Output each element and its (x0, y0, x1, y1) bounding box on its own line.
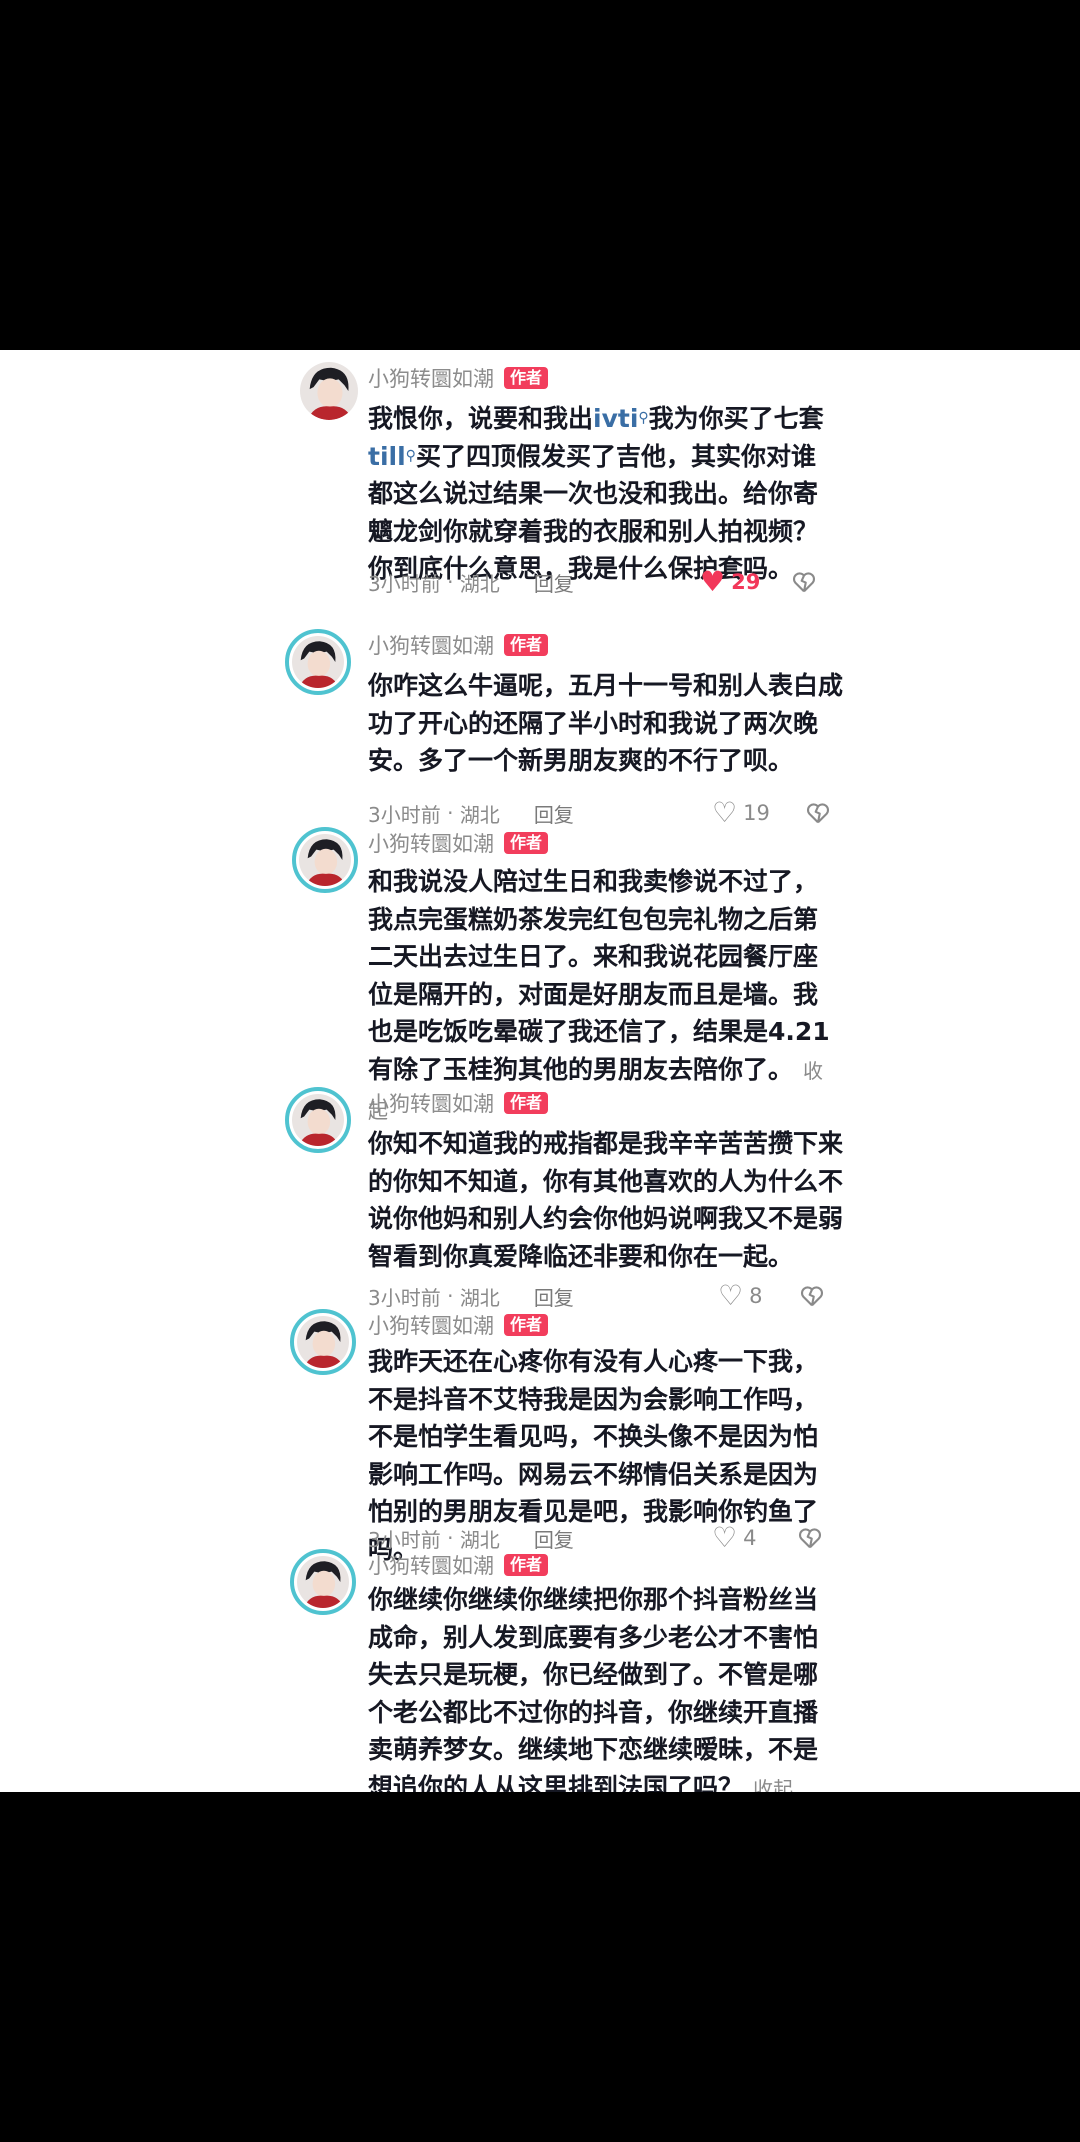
location: 湖北 (459, 571, 500, 596)
search-icon: ⚲ (405, 447, 416, 464)
username[interactable]: 小狗转圜如潮 (368, 1550, 494, 1580)
broken-heart-icon[interactable] (796, 1524, 824, 1552)
avatar[interactable] (292, 827, 358, 893)
broken-heart-icon[interactable] (798, 1282, 826, 1310)
avatar[interactable] (285, 629, 351, 695)
avatar[interactable] (290, 1309, 356, 1375)
comment-text: 你继续你继续你继续把你那个抖音粉丝当成命，别人发到底要有多少老公才不害怕失去只是… (368, 1581, 842, 1792)
comment-meta: 3小时前 · 湖北 回复 (368, 565, 574, 599)
meta-separator: · (447, 570, 454, 594)
like-count: 29 (731, 569, 761, 594)
like-count: 19 (743, 800, 770, 825)
like-button[interactable]: ♡ 8 (718, 1279, 762, 1312)
like-count: 8 (749, 1283, 763, 1308)
heart-icon: ♡ (712, 796, 738, 829)
heart-icon: ♡ (712, 1521, 738, 1554)
like-button[interactable]: ♡ 19 (712, 796, 770, 829)
like-button[interactable]: ♡ 4 (712, 1521, 756, 1554)
comment-text: 你咋这么牛逼呢，五月十一号和别人表白成功了开心的还隔了半小时和我说了两次晚安。多… (368, 671, 844, 776)
like-count: 4 (743, 1525, 757, 1550)
username[interactable]: 小狗转圜如潮 (368, 363, 494, 393)
author-badge: 作者 (504, 634, 549, 656)
search-keyword-link[interactable]: ivti (593, 404, 638, 433)
heart-icon: ♡ (718, 1279, 744, 1312)
collapse-button[interactable]: 收起 (753, 1777, 793, 1792)
meta-separator: · (447, 801, 454, 825)
username[interactable]: 小狗转圜如潮 (368, 630, 494, 660)
comment-text: 你知不知道我的戒指都是我辛辛苦苦攒下来的你知不知道，你有其他喜欢的人为什么不说你… (368, 1129, 844, 1271)
username[interactable]: 小狗转圜如潮 (368, 1088, 494, 1118)
heart-icon: ♥ (700, 565, 726, 598)
avatar[interactable] (290, 1549, 356, 1615)
comment-text: 我恨你，说要和我出ivti⚲我为你买了七套 till⚲买了四顶假发买了吉他，其实你… (368, 404, 824, 584)
author-badge: 作者 (504, 1092, 549, 1114)
like-button[interactable]: ♥ 29 (700, 565, 760, 598)
author-badge: 作者 (504, 832, 549, 854)
author-badge: 作者 (504, 1554, 549, 1576)
timestamp: 3小时前 (368, 571, 441, 596)
reply-button[interactable]: 回复 (534, 568, 574, 597)
avatar[interactable] (285, 1087, 351, 1153)
username[interactable]: 小狗转圜如潮 (368, 828, 494, 858)
broken-heart-icon[interactable] (804, 799, 832, 827)
avatar[interactable] (300, 362, 358, 420)
comment-panel: 小狗转圜如潮 作者 我恨你，说要和我出ivti⚲我为你买了七套 till⚲买了四顶… (0, 350, 1080, 1792)
broken-heart-icon[interactable] (790, 568, 818, 596)
author-badge: 作者 (504, 367, 549, 389)
search-keyword-link[interactable]: till (368, 442, 406, 471)
search-icon: ⚲ (638, 410, 649, 426)
author-badge: 作者 (504, 1314, 549, 1336)
username[interactable]: 小狗转圜如潮 (368, 1310, 494, 1340)
